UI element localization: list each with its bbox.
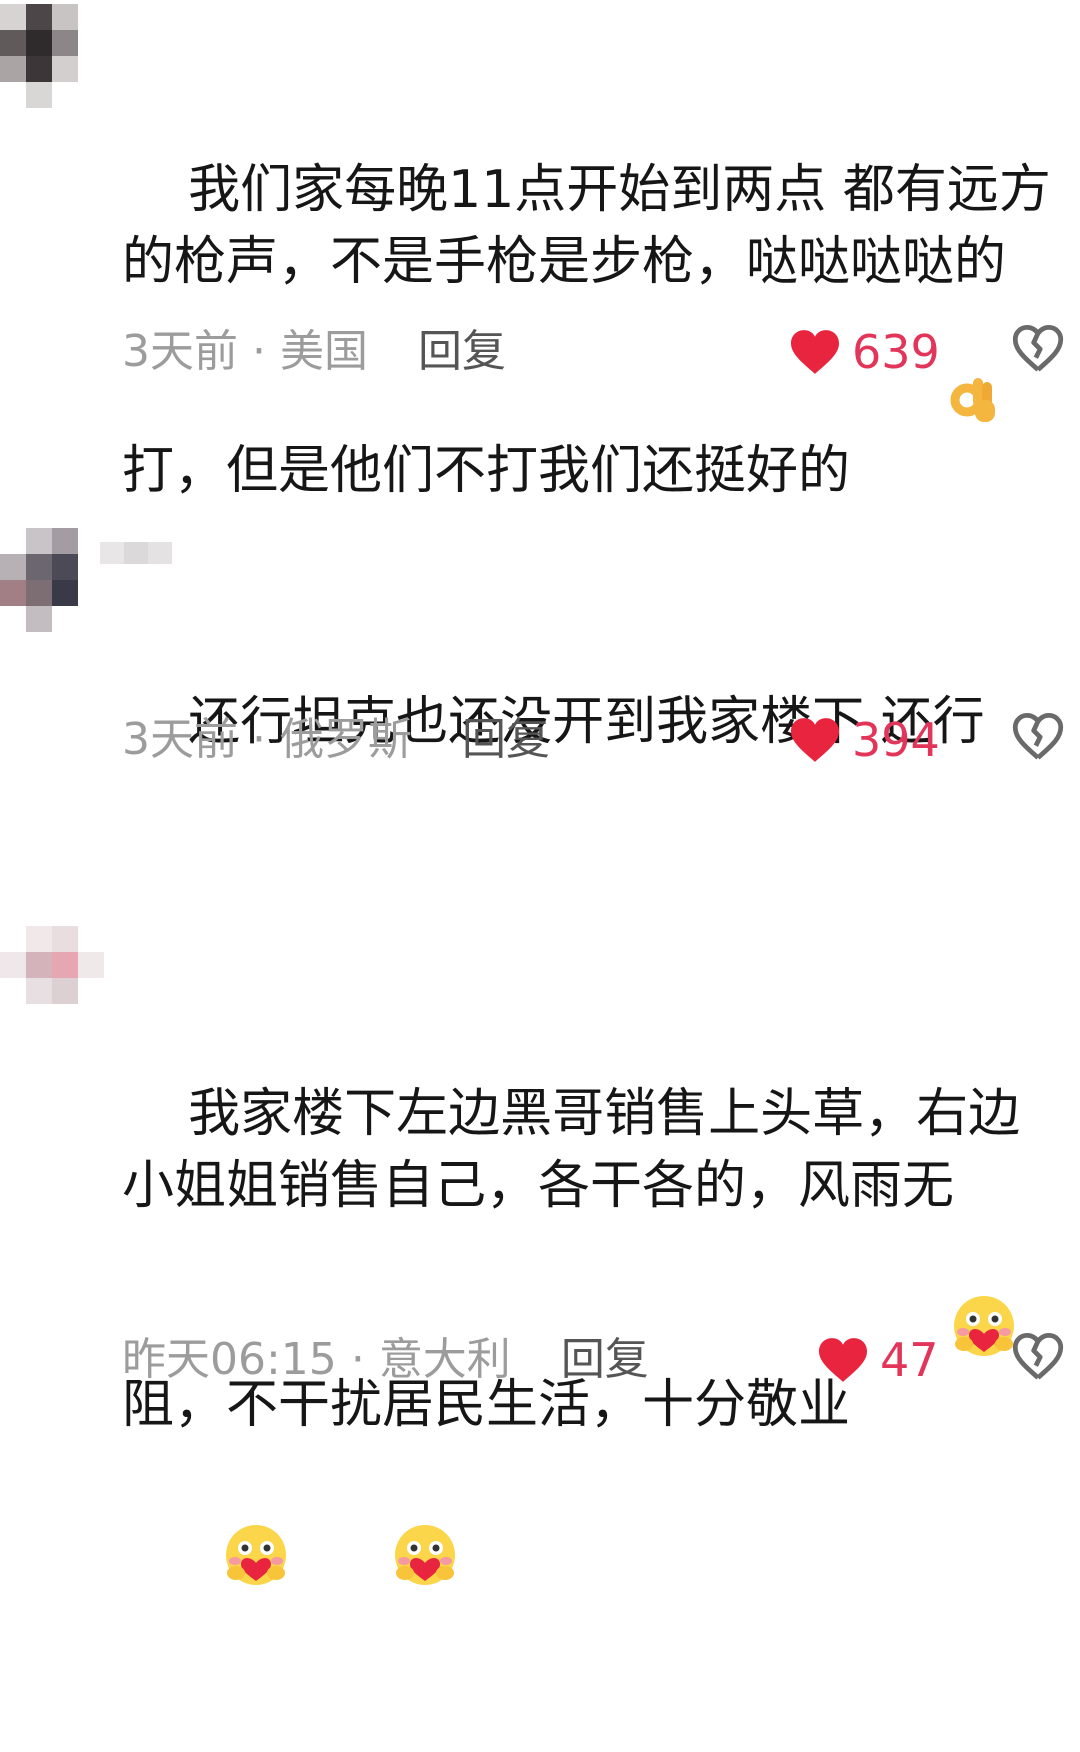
like-button[interactable]: 639 <box>788 322 940 382</box>
broken-heart-icon <box>1012 325 1064 372</box>
like-button[interactable]: 47 <box>816 1330 939 1390</box>
comment-meta: 昨天06:15 · 意大利 回复 <box>122 1330 649 1390</box>
comment-location: 美国 <box>280 326 368 377</box>
comment-location: 意大利 <box>378 1334 511 1385</box>
comment-time: 3天前 <box>122 714 238 765</box>
heart-icon <box>791 718 839 762</box>
comment-meta: 3天前 · 美国 回复 <box>122 322 506 382</box>
heart-hug-emoji <box>122 1451 291 1680</box>
like-count: 639 <box>852 325 940 379</box>
like-button[interactable]: 394 <box>788 710 940 770</box>
comment-time: 3天前 <box>122 326 238 377</box>
reply-button[interactable]: 回复 <box>418 326 506 377</box>
heart-hug-emoji <box>291 1451 460 1680</box>
meta-separator: · <box>252 326 266 377</box>
like-count: 47 <box>880 1333 939 1387</box>
heart-icon <box>819 1338 867 1382</box>
dislike-button[interactable] <box>1012 324 1068 380</box>
like-count: 394 <box>852 713 940 767</box>
heart-icon <box>791 330 839 374</box>
dislike-button[interactable] <box>1012 1332 1068 1388</box>
dislike-button[interactable] <box>1012 712 1068 768</box>
username-blur[interactable] <box>100 542 190 564</box>
reply-button[interactable]: 回复 <box>462 714 550 765</box>
broken-heart-icon <box>1012 1333 1064 1380</box>
broken-heart-icon <box>1012 713 1064 760</box>
meta-separator: · <box>350 1334 365 1385</box>
avatar[interactable] <box>0 528 110 638</box>
comment-meta: 3天前 · 俄罗斯 回复 <box>122 710 550 770</box>
avatar[interactable] <box>0 0 110 110</box>
meta-separator: · <box>252 714 266 765</box>
comment-time: 昨天06:15 <box>122 1334 337 1385</box>
avatar[interactable] <box>0 916 110 1026</box>
comment-location: 俄罗斯 <box>280 714 412 765</box>
reply-button[interactable]: 回复 <box>561 1334 649 1385</box>
